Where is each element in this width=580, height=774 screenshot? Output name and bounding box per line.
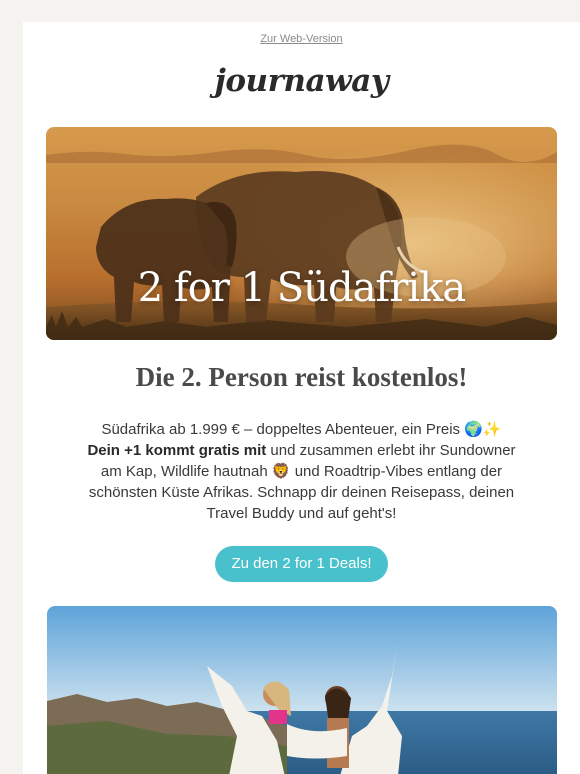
journaway-logo[interactable]: journaway [23,63,580,99]
travelers-image [47,606,557,774]
hero-title: 2 for 1 Südafrika [137,265,466,311]
headline: Die 2. Person reist kostenlos! [135,362,468,392]
hero-banner[interactable]: 2 for 1 Südafrika [46,127,557,340]
body-text: Südafrika ab 1.999 € – doppeltes Abenteu… [78,419,525,524]
travelers-photo[interactable] [47,606,557,774]
intro-line: Südafrika ab 1.999 € – doppeltes Abenteu… [101,421,502,438]
email-card: Zur Web-Version journaway 2 for 1 Südafr… [23,22,580,774]
deals-cta-button[interactable]: Zu den 2 for 1 Deals! [215,546,388,582]
bold-highlight: Dein +1 kommt gratis mit [87,442,267,459]
web-version-link[interactable]: Zur Web-Version [23,33,580,45]
